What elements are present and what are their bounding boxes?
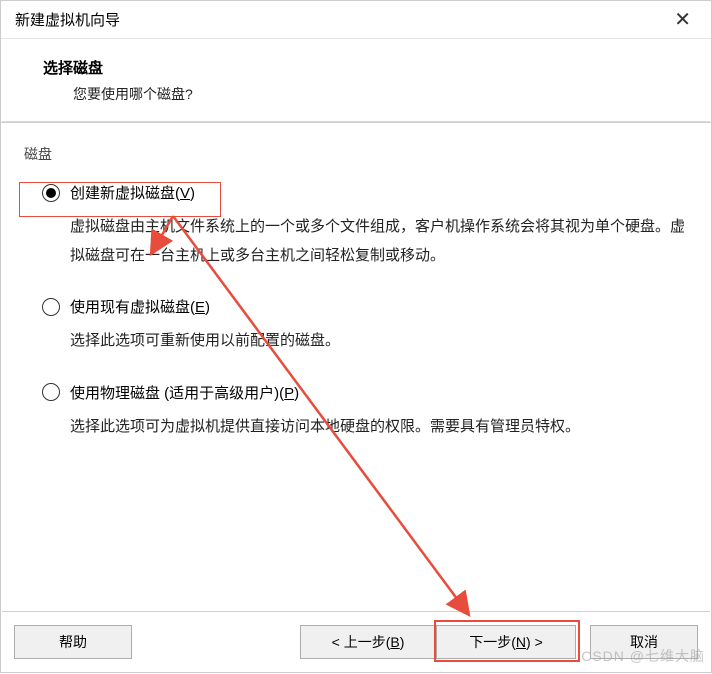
radio-label: 创建新虚拟磁盘(V): [70, 182, 195, 203]
radio-row[interactable]: 创建新虚拟磁盘(V): [42, 182, 688, 203]
radio-label: 使用现有虚拟磁盘(E): [70, 296, 210, 317]
page-title: 选择磁盘: [43, 57, 687, 78]
title-bar: 新建虚拟机向导 ✕: [1, 1, 711, 39]
next-button[interactable]: 下一步(N) >: [436, 625, 576, 659]
radio-description: 选择此选项可重新使用以前配置的磁盘。: [42, 327, 688, 356]
radio-label: 使用物理磁盘 (适用于高级用户)(P): [70, 382, 299, 403]
radio-description: 选择此选项可为虚拟机提供直接访问本地硬盘的权限。需要具有管理员特权。: [42, 413, 688, 442]
radio-option-physical: 使用物理磁盘 (适用于高级用户)(P) 选择此选项可为虚拟机提供直接访问本地硬盘…: [24, 382, 688, 442]
window-title: 新建虚拟机向导: [15, 9, 120, 30]
radio-row[interactable]: 使用现有虚拟磁盘(E): [42, 296, 688, 317]
back-button[interactable]: < 上一步(B): [300, 625, 436, 659]
page-subtitle: 您要使用哪个磁盘?: [43, 84, 687, 104]
content-area: 磁盘 创建新虚拟磁盘(V) 虚拟磁盘由主机文件系统上的一个或多个文件组成，客户机…: [2, 121, 710, 610]
wizard-window: 新建虚拟机向导 ✕ 选择磁盘 您要使用哪个磁盘? 磁盘 创建新虚拟磁盘(V) 虚…: [0, 0, 712, 673]
radio-icon[interactable]: [42, 298, 60, 316]
help-button[interactable]: 帮助: [14, 625, 132, 659]
radio-row[interactable]: 使用物理磁盘 (适用于高级用户)(P): [42, 382, 688, 403]
radio-icon[interactable]: [42, 383, 60, 401]
radio-icon[interactable]: [42, 184, 60, 202]
radio-option-create-new: 创建新虚拟磁盘(V) 虚拟磁盘由主机文件系统上的一个或多个文件组成，客户机操作系…: [24, 182, 688, 270]
watermark: CSDN @七维大脑: [581, 646, 705, 666]
wizard-header: 选择磁盘 您要使用哪个磁盘?: [1, 39, 711, 123]
radio-option-existing: 使用现有虚拟磁盘(E) 选择此选项可重新使用以前配置的磁盘。: [24, 296, 688, 356]
radio-description: 虚拟磁盘由主机文件系统上的一个或多个文件组成，客户机操作系统会将其视为单个硬盘。…: [42, 213, 688, 270]
group-label-disk: 磁盘: [24, 144, 688, 164]
close-icon[interactable]: ✕: [666, 6, 699, 34]
